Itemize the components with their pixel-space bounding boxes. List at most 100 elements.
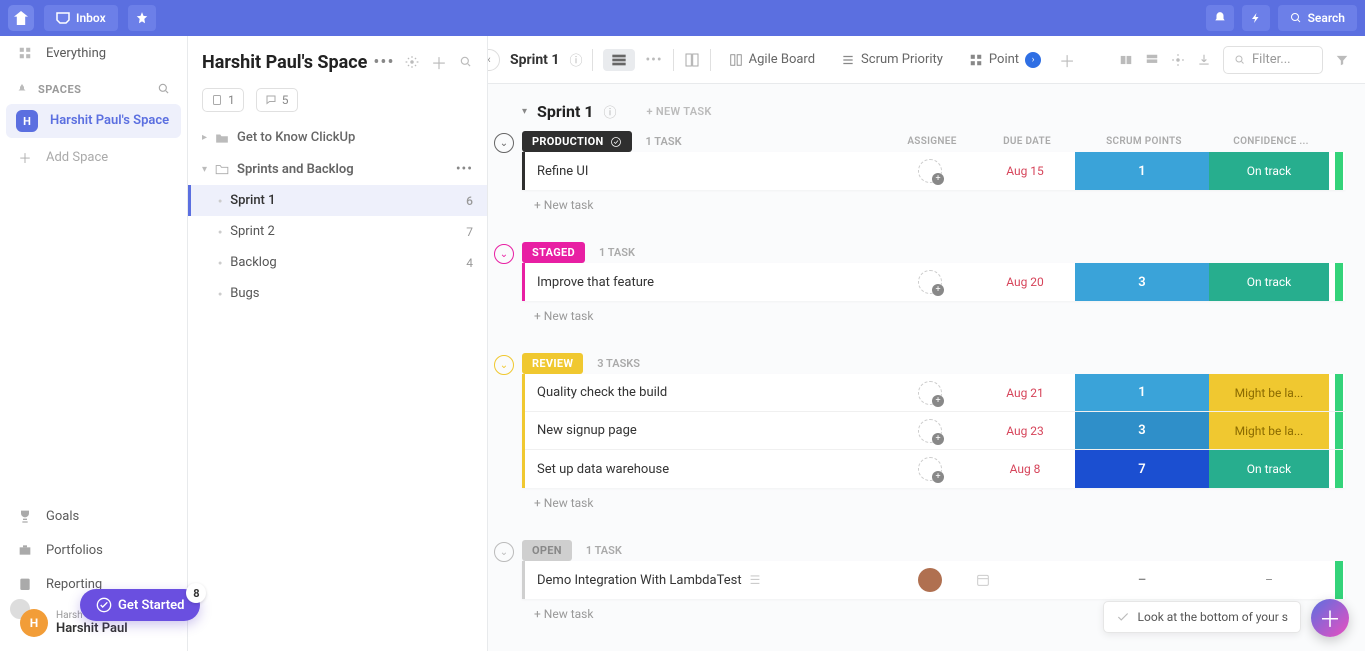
inbox-button[interactable]: Inbox [44,5,118,31]
group-header-production[interactable]: ⌄ PRODUCTION 1 TASK ASSIGNEE DUE DATE SC… [522,131,1345,152]
confidence[interactable]: On track [1209,152,1329,190]
assignee-cell[interactable] [885,381,975,405]
assignee-cell[interactable] [885,419,975,443]
scrum-points[interactable]: 3 [1075,412,1209,449]
status-pill[interactable]: OPEN [522,540,572,561]
assignee-empty-icon [918,419,942,443]
scrum-points[interactable]: 1 [1075,152,1209,190]
confidence[interactable]: On track [1209,450,1329,488]
scrum-points[interactable]: 3 [1075,263,1209,301]
chevron-down-icon[interactable]: ▾ [522,106,527,117]
create-fab[interactable]: ＋ [1311,599,1349,637]
trophy-icon [16,507,34,525]
favorites-button[interactable] [128,5,156,31]
gear-icon[interactable] [405,55,419,69]
add-view-icon[interactable]: ＋ [1059,48,1075,72]
assignee-cell[interactable] [885,270,975,294]
portfolios-nav[interactable]: Portfolios [0,533,187,567]
quick-actions-button[interactable] [1242,5,1270,31]
view-point[interactable]: Point › [961,48,1049,72]
space-options-icon[interactable]: ••• [373,52,394,73]
everything-nav[interactable]: Everything [0,36,187,70]
view-agile-board[interactable]: Agile Board [721,48,823,71]
due-date[interactable]: Aug 15 [975,164,1075,178]
status-pill[interactable]: STAGED [522,242,585,263]
space-badge: H [16,110,38,132]
filter-input[interactable]: Filter... [1223,46,1323,74]
list-item-count: 7 [466,225,473,239]
status-pill[interactable]: PRODUCTION [522,131,632,152]
add-icon[interactable]: ＋ [431,50,447,74]
confidence[interactable]: – [1209,561,1329,599]
group-header-staged[interactable]: ⌄ STAGED 1 TASK [522,242,1345,263]
view-list-button[interactable] [603,49,635,71]
new-task-ghost[interactable]: + NEW TASK [647,105,712,118]
view-scrum-priority[interactable]: Scrum Priority [833,48,951,71]
assignee-cell[interactable] [885,457,975,481]
info-icon[interactable]: ⓘ [569,50,582,69]
collapse-circle-icon[interactable]: ⌄ [494,542,514,562]
view-options-icon[interactable]: ••• [645,52,662,68]
back-button[interactable]: ‹ [488,49,500,71]
task-row[interactable]: New signup page Aug 23 3 Might be la... [525,412,1345,450]
docs-pill[interactable]: 1 [202,88,244,112]
group-header-review[interactable]: ⌄ REVIEW 3 TASKS [522,353,1345,374]
add-space-button[interactable]: ＋ Add Space [0,140,187,174]
space-item-harshit[interactable]: H Harshit Paul's Space [6,104,181,138]
hint-toast[interactable]: Look at the bottom of your s [1103,601,1301,633]
list-item-sprint-1[interactable]: ● Sprint 1 6 [188,185,487,216]
assignee-cell[interactable] [885,159,975,183]
confidence[interactable]: Might be la... [1209,412,1329,449]
board-alt-icon[interactable] [684,52,700,68]
group-header-open[interactable]: ⌄ OPEN 1 TASK [522,540,1345,561]
get-started-pill[interactable]: Get Started 8 [80,589,200,621]
search-spaces-icon[interactable] [157,82,171,96]
scrum-points[interactable]: 7 [1075,450,1209,488]
folder-sprints-backlog[interactable]: ▾ Sprints and Backlog ••• [188,153,487,185]
info-icon[interactable]: ⓘ [604,102,617,121]
add-space-label: Add Space [46,150,108,165]
status-pill[interactable]: REVIEW [522,353,583,374]
list-item-backlog[interactable]: ● Backlog 4 [188,247,487,278]
add-task-row[interactable]: + New task [522,301,1345,331]
task-row[interactable]: Set up data warehouse Aug 8 7 On track [525,450,1345,488]
due-date[interactable] [975,572,1075,588]
task-row[interactable]: Quality check the build Aug 21 1 Might b… [525,374,1345,412]
bullet-icon: ● [218,290,222,298]
assignee-cell[interactable] [885,568,975,592]
due-date[interactable]: Aug 23 [975,424,1075,438]
collapse-circle-icon[interactable]: ⌄ [494,244,514,264]
folder-get-to-know[interactable]: ▸ Get to Know ClickUp [188,122,487,153]
list-item-bugs[interactable]: ● Bugs [188,278,487,309]
app-logo-button[interactable] [8,5,34,31]
add-task-row[interactable]: + New task [522,190,1345,220]
task-row[interactable]: Improve that feature Aug 20 3 On track [525,263,1345,301]
scrum-points[interactable]: 1 [1075,374,1209,411]
confidence[interactable]: Might be la... [1209,374,1329,411]
download-icon[interactable] [1197,53,1211,67]
goals-nav[interactable]: Goals [0,499,187,533]
task-row[interactable]: Refine UI Aug 15 1 On track [525,152,1345,190]
list-item-sprint-2[interactable]: ● Sprint 2 7 [188,216,487,247]
collapse-circle-icon[interactable]: ⌄ [494,133,514,153]
clipboard-icon [16,575,34,593]
due-date[interactable]: Aug 20 [975,275,1075,289]
due-date[interactable]: Aug 21 [975,386,1075,400]
notifications-button[interactable] [1206,5,1234,31]
add-task-row[interactable]: + New task [522,488,1345,518]
settings-icon[interactable] [1171,53,1185,67]
confidence[interactable]: On track [1209,263,1329,301]
filter-icon[interactable] [1335,53,1349,67]
toolbar-icon-1[interactable] [1119,53,1133,67]
list-item-count: 4 [466,256,473,270]
status-label: STAGED [532,246,575,259]
folder-options-icon[interactable]: ••• [456,161,473,177]
collapse-circle-icon[interactable]: ⌄ [494,355,514,375]
scrum-points[interactable]: – [1075,561,1209,599]
due-date[interactable]: Aug 8 [975,462,1075,476]
comments-pill[interactable]: 5 [256,88,298,112]
task-row[interactable]: Demo Integration With LambdaTest ☰ – – [525,561,1345,599]
search-list-icon[interactable] [459,55,473,69]
search-button[interactable]: Search [1278,5,1357,31]
toolbar-icon-2[interactable] [1145,53,1159,67]
